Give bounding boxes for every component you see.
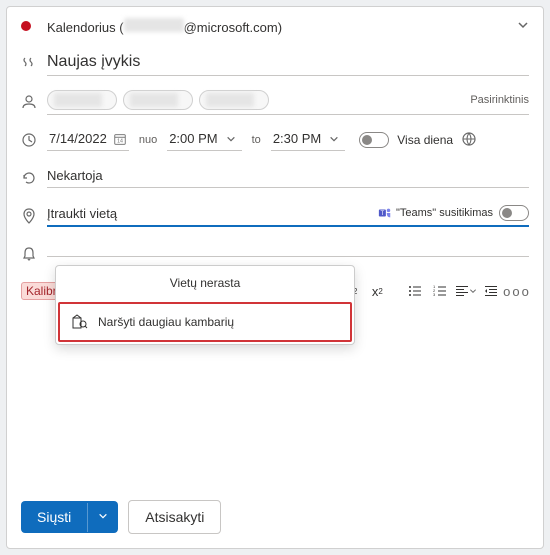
optional-button[interactable]: Pasirinktinis [470, 94, 529, 106]
teams-toggle[interactable] [499, 205, 529, 221]
browse-more-label: Naršyti daugiau kambarių [98, 315, 234, 329]
title-row: Naujas įvykis [7, 45, 543, 83]
svg-text:3: 3 [433, 292, 436, 297]
end-time-picker[interactable]: 2:30 PM [271, 129, 345, 151]
calendar-selector[interactable]: Kalendorius ( @microsoft.com) [47, 18, 529, 35]
from-label: nuo [133, 134, 163, 146]
title-icon [21, 56, 47, 72]
attendee-pill[interactable] [199, 90, 269, 110]
location-input[interactable]: Įtraukti vietą T "Teams" susitikimas [47, 205, 529, 227]
event-editor: Kalendorius ( @microsoft.com) Naujas įvyk… [6, 6, 544, 549]
chevron-down-icon [329, 134, 339, 144]
dropdown-no-results: Vietų nerasta [56, 266, 354, 300]
teams-icon: T [378, 206, 392, 220]
date-value: 7/14/2022 [49, 131, 107, 146]
send-label: Siųsti [21, 501, 87, 533]
title-value: Naujas įvykis [47, 53, 140, 71]
start-time-value: 2:00 PM [169, 131, 217, 146]
footer: Siųsti Atsisakyti [7, 486, 543, 548]
attendees-input[interactable]: Pasirinktinis [47, 90, 529, 115]
clock-icon [21, 132, 47, 148]
datetime-row: 7/14/2022 14 nuo 2:00 PM to 2:30 PM Visa… [7, 121, 543, 159]
end-time-value: 2:30 PM [273, 131, 321, 146]
calendar-dot-icon [21, 21, 47, 31]
bell-icon [21, 246, 47, 262]
recurrence-row: Nekartoja [7, 159, 543, 197]
recurrence-selector[interactable]: Nekartoja [47, 168, 529, 188]
people-icon [21, 94, 47, 110]
indent-button[interactable] [479, 279, 503, 303]
globe-icon[interactable] [461, 131, 477, 150]
more-formatting-button[interactable]: ooo [505, 279, 529, 303]
location-row: Įtraukti vietą T "Teams" susitikimas [7, 197, 543, 235]
datetime-field: 7/14/2022 14 nuo 2:00 PM to 2:30 PM Visa… [47, 129, 529, 151]
numbered-list-button[interactable]: 123 [428, 279, 452, 303]
subscript-button[interactable]: x2 [366, 279, 390, 303]
location-dropdown: Vietų nerasta Naršyti daugiau kambarių [55, 265, 355, 345]
allday-toggle[interactable] [359, 132, 389, 148]
repeat-icon [21, 170, 47, 186]
attendees-row: Pasirinktinis [7, 83, 543, 121]
calendar-suffix: @microsoft.com) [184, 20, 282, 35]
attendee-pill[interactable] [123, 90, 193, 110]
calendar-row: Kalendorius ( @microsoft.com) [7, 7, 543, 45]
date-picker[interactable]: 7/14/2022 14 [47, 129, 129, 151]
calendar-icon: 14 [113, 132, 127, 146]
recurrence-value: Nekartoja [47, 168, 103, 183]
chevron-down-icon [226, 134, 236, 144]
align-button[interactable] [454, 279, 478, 303]
start-time-picker[interactable]: 2:00 PM [167, 129, 241, 151]
chevron-down-icon [517, 19, 529, 34]
send-button[interactable]: Siųsti [21, 501, 118, 533]
discard-button[interactable]: Atsisakyti [128, 500, 221, 534]
send-dropdown-icon[interactable] [87, 503, 118, 532]
location-icon [21, 208, 47, 224]
redacted-name [124, 18, 184, 32]
location-placeholder: Įtraukti vietą [47, 206, 117, 221]
teams-meeting: T "Teams" susitikimas [378, 206, 493, 220]
to-label: to [246, 134, 267, 146]
teams-label: "Teams" susitikimas [396, 207, 493, 219]
attendee-pill[interactable] [47, 90, 117, 110]
title-input[interactable]: Naujas įvykis [47, 53, 529, 76]
room-search-icon [72, 314, 88, 330]
browse-more-rooms-button[interactable]: Naršyti daugiau kambarių [58, 302, 352, 342]
allday-label: Visa diena [397, 133, 453, 147]
svg-text:T: T [380, 210, 384, 217]
calendar-prefix: Kalendorius ( [47, 20, 124, 35]
svg-text:14: 14 [117, 138, 123, 144]
reminder-selector[interactable] [47, 252, 529, 257]
bullet-list-button[interactable] [403, 279, 427, 303]
